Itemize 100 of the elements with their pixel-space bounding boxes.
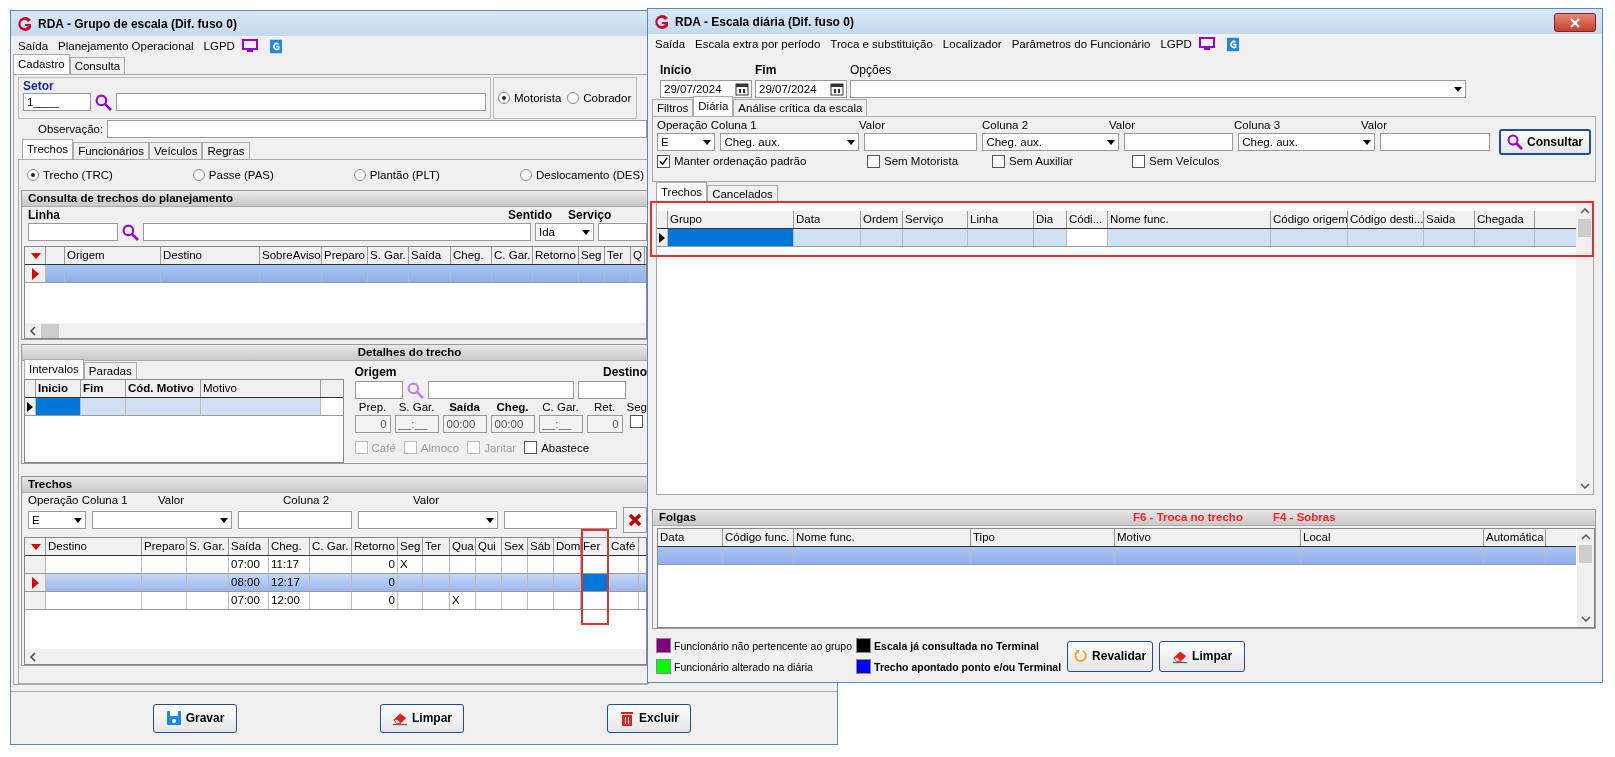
column-header[interactable]: Sáb (528, 538, 554, 555)
search-button[interactable]: Consultar (1499, 129, 1591, 155)
sort-icon[interactable] (31, 252, 41, 259)
table-cell[interactable] (201, 398, 321, 415)
menu-item[interactable]: LGPD (1155, 38, 1197, 50)
table-row[interactable]: 07:00 12:00 0 X (25, 592, 646, 610)
time-field[interactable]: __:__ (538, 415, 583, 433)
monitor-icon[interactable] (1198, 37, 1215, 51)
column-header[interactable]: Retorno (533, 247, 579, 264)
column-header[interactable]: Chegada (1475, 211, 1535, 228)
column-header[interactable]: Qua (450, 538, 476, 555)
column-header[interactable]: Seg (398, 538, 423, 555)
column-header[interactable]: Motivo (201, 380, 321, 397)
radio-option[interactable]: Cobrador (567, 92, 632, 104)
column-header[interactable]: Local (1301, 529, 1484, 546)
scroll-bar[interactable] (1576, 203, 1593, 494)
column-header[interactable]: Café (609, 538, 639, 555)
column-header[interactable]: Fer (581, 538, 609, 555)
column-header[interactable]: Cód. Motivo (126, 380, 201, 397)
line-name-field[interactable] (143, 223, 531, 241)
direction-select[interactable]: Ida (535, 223, 594, 241)
column-header[interactable]: Cheg. (269, 538, 310, 555)
tab[interactable]: Funcionários (73, 142, 149, 159)
app-icon[interactable] (1226, 36, 1239, 52)
column-header[interactable]: Nome func. (1108, 211, 1271, 228)
tab[interactable]: Intervalos (24, 359, 84, 379)
value-field[interactable] (1380, 133, 1490, 151)
name-field[interactable] (116, 93, 486, 111)
column-header[interactable]: Q (631, 247, 645, 264)
menu-item[interactable]: Localizador (937, 38, 1007, 50)
checkbox-option[interactable]: Manter ordenação padrão (657, 154, 867, 168)
column-header[interactable]: S. Gar. (368, 247, 409, 264)
time-field[interactable]: __:__ (394, 415, 439, 433)
scroll-thumb[interactable] (1579, 545, 1592, 563)
table-cell[interactable] (126, 398, 201, 415)
service-field[interactable] (598, 223, 647, 241)
time-field[interactable]: 00:00 (490, 415, 535, 433)
tab[interactable]: Cadastro (13, 54, 70, 74)
search-icon[interactable] (95, 93, 112, 111)
column-header[interactable]: Inicio (36, 380, 81, 397)
app-icon[interactable] (269, 38, 282, 54)
column-header[interactable]: Saída (409, 247, 451, 264)
column-select[interactable]: Cheg. aux. (1238, 133, 1376, 151)
tab[interactable]: Diária (693, 96, 734, 116)
options-select[interactable] (850, 80, 1466, 98)
column-header[interactable]: Sex (502, 538, 528, 555)
sort-icon[interactable] (31, 543, 41, 550)
column-select[interactable]: Cheg. aux. (720, 133, 860, 151)
column-header[interactable]: Código origem (1271, 211, 1348, 228)
scroll-bar[interactable] (25, 649, 646, 664)
column-header[interactable]: SobreAviso (260, 247, 322, 264)
value-field[interactable] (237, 511, 352, 529)
tab[interactable]: Consulta (69, 57, 126, 74)
date-field[interactable]: 29/07/2024 (660, 80, 752, 98)
calendar-icon[interactable] (830, 82, 844, 96)
column-header[interactable]: Tipo (971, 529, 1115, 546)
value-field[interactable] (864, 133, 978, 151)
column-header[interactable]: Linha (968, 211, 1034, 228)
column-header[interactable]: Códi... (1067, 211, 1108, 228)
operation-select[interactable]: E (657, 133, 716, 151)
column-header[interactable]: Código desti... (1348, 211, 1424, 228)
column-header[interactable]: Nome func. (794, 529, 971, 546)
column-header[interactable]: Seg (579, 247, 605, 264)
column-header[interactable]: C. Gar. (310, 538, 352, 555)
column-header[interactable]: S. Gar. (187, 538, 229, 555)
menu-item[interactable]: Escala extra por período (690, 38, 826, 50)
column-header[interactable]: Serviço (903, 211, 968, 228)
column-header[interactable]: Ter (605, 247, 631, 264)
column-header[interactable]: Preparo (142, 538, 187, 555)
action-button[interactable]: Excluir (607, 703, 691, 733)
column-header[interactable]: Origem (65, 247, 161, 264)
column-select[interactable]: Cheg. aux. (982, 133, 1120, 151)
date-field[interactable]: 29/07/2024 (755, 80, 847, 98)
checkbox[interactable] (630, 415, 644, 428)
tab[interactable]: Análise crítica da escala (733, 99, 868, 116)
origin-code-field[interactable] (354, 381, 403, 399)
column-header[interactable]: Data (794, 211, 861, 228)
radio-option[interactable]: Passe (PAS) (192, 169, 274, 181)
column-header[interactable]: Dom (554, 538, 581, 555)
column-header[interactable]: Motivo (1115, 529, 1301, 546)
menu-item[interactable]: Parâmetros do Funcionário (1006, 38, 1156, 50)
menu-item[interactable]: Saída (650, 38, 691, 50)
table-cell[interactable] (81, 398, 126, 415)
column-header[interactable]: Automática (1484, 529, 1546, 546)
value-field[interactable] (1124, 133, 1234, 151)
radio-option[interactable]: Plantão (PLT) (353, 169, 440, 181)
clear-filter-button[interactable] (623, 507, 647, 533)
column-header[interactable]: Ordem (861, 211, 903, 228)
tab[interactable]: Veículos (148, 142, 203, 159)
calendar-icon[interactable] (735, 82, 749, 96)
time-field[interactable]: 0 (354, 415, 391, 433)
line-field[interactable] (28, 223, 118, 241)
time-field[interactable]: 0 (586, 415, 623, 433)
menu-item[interactable]: LGPD (198, 40, 240, 52)
value-field[interactable] (503, 511, 618, 529)
search-icon[interactable] (122, 223, 139, 241)
tab[interactable]: Trechos (22, 139, 74, 159)
column-select[interactable] (357, 511, 498, 529)
tab[interactable]: Trechos (656, 182, 708, 202)
column-header[interactable]: Retorno (352, 538, 398, 555)
